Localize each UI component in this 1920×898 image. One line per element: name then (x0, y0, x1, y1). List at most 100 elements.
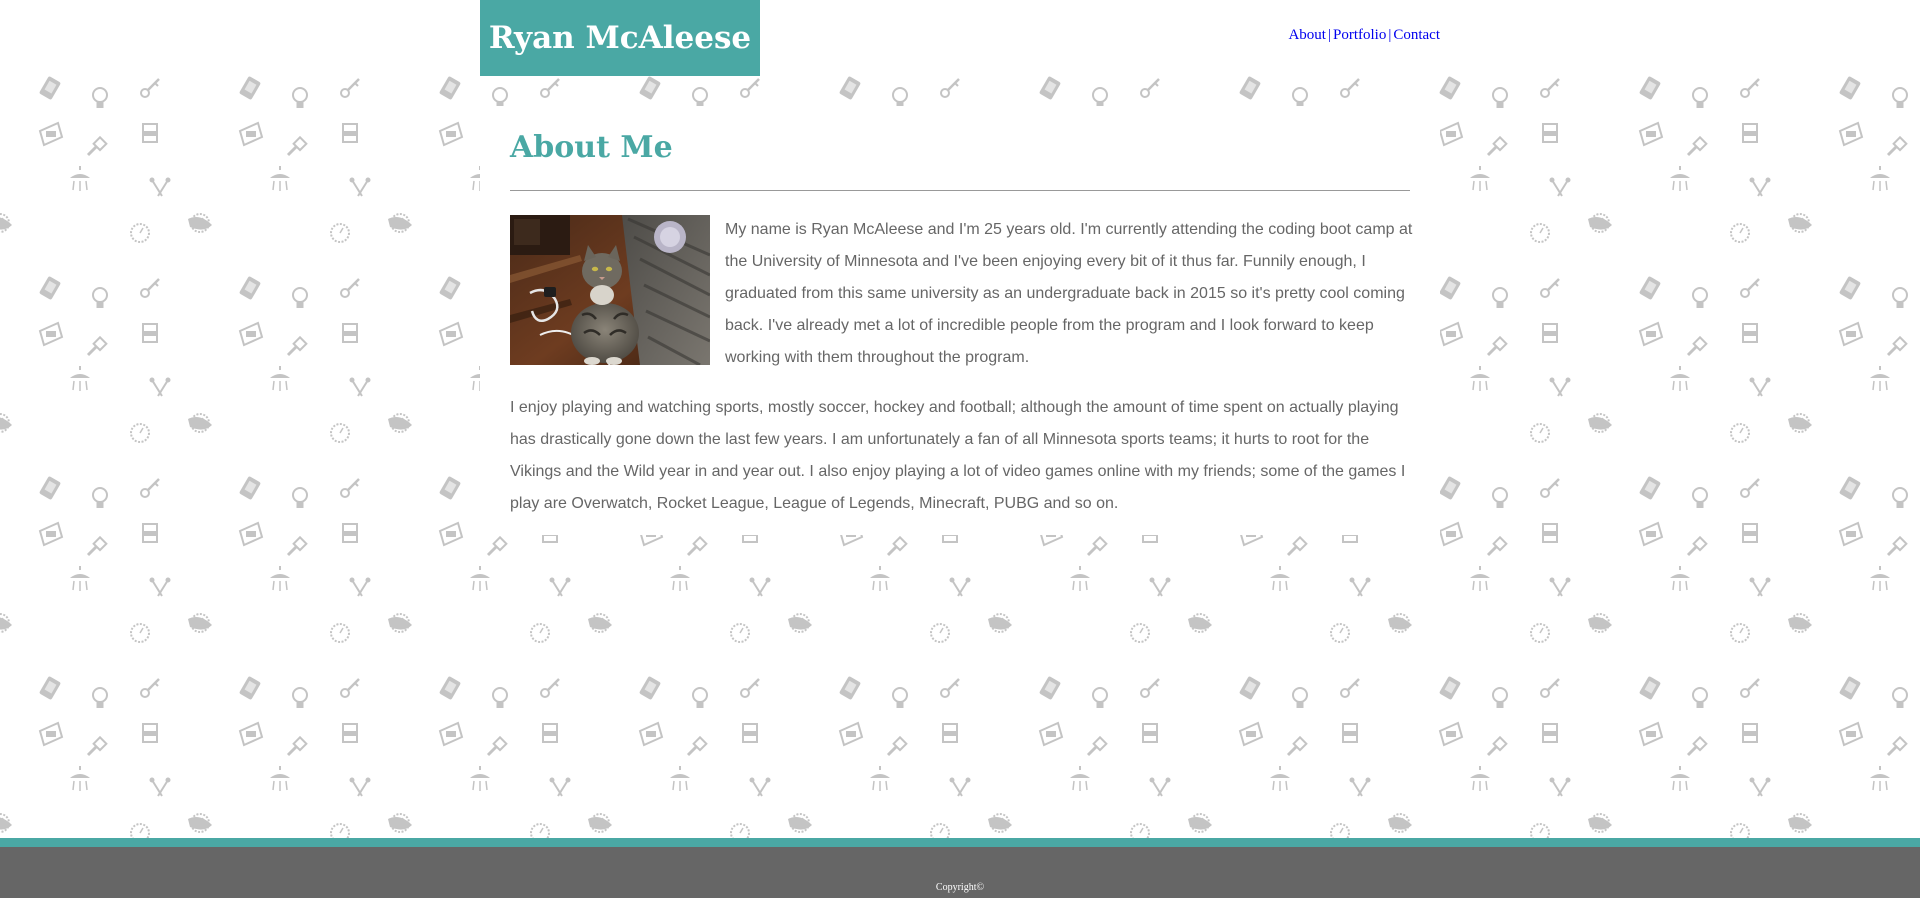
clock-icon (1530, 823, 1550, 838)
key-icon (1740, 78, 1760, 98)
garden-tools-icon (149, 777, 171, 797)
mouse-icon (1588, 817, 1612, 830)
shower-icon (70, 766, 90, 791)
key-icon (940, 78, 960, 98)
garden-tools-icon (1149, 777, 1171, 797)
shower-icon (1870, 166, 1890, 191)
mouse-icon (988, 817, 1012, 830)
phone-icon (1439, 76, 1461, 100)
clock-icon (1730, 823, 1750, 838)
paintbrush-icon (1686, 735, 1708, 757)
garden-tools-icon (749, 777, 771, 797)
lightbulb-icon (92, 487, 108, 508)
printer-icon (1838, 121, 1864, 147)
phone-icon (839, 76, 861, 100)
site-brand[interactable]: Ryan McAleese (480, 0, 760, 76)
paintbrush-icon (1086, 735, 1108, 757)
lightbulb-icon (92, 287, 108, 308)
printer-icon (838, 721, 864, 747)
garden-tools-icon (1149, 577, 1171, 597)
clock-icon (130, 423, 150, 443)
clock-icon (730, 823, 750, 838)
lightbulb-icon (1692, 687, 1708, 708)
shower-icon (270, 166, 290, 191)
key-icon (1140, 78, 1160, 98)
phone-icon (39, 276, 61, 300)
shower-icon (870, 566, 890, 591)
shower-icon (1270, 766, 1290, 791)
cabinet-icon (142, 323, 158, 343)
site-footer: Copyright© (0, 838, 1920, 898)
paintbrush-icon (86, 335, 108, 357)
mouse-icon (1188, 617, 1212, 630)
paintbrush-icon (86, 535, 108, 557)
cabinet-icon (1542, 323, 1558, 343)
printer-icon (1838, 721, 1864, 747)
paintbrush-icon (1686, 135, 1708, 157)
printer-icon (38, 121, 64, 147)
printer-icon (438, 121, 464, 147)
nav-link-portfolio[interactable]: Portfolio (1333, 27, 1386, 43)
paintbrush-icon (686, 735, 708, 757)
cabinet-icon (542, 723, 558, 743)
key-icon (740, 678, 760, 698)
cabinet-icon (1742, 323, 1758, 343)
phone-icon (1039, 76, 1061, 100)
paintbrush-icon (86, 135, 108, 157)
shower-icon (1670, 166, 1690, 191)
mouse-icon (1588, 217, 1612, 230)
nav-link-about[interactable]: About (1288, 27, 1326, 43)
clock-icon (1730, 223, 1750, 243)
key-icon (1740, 278, 1760, 298)
about-section: About Me My name is Ryan McAleese and I'… (480, 106, 1440, 535)
garden-tools-icon (1549, 577, 1571, 597)
phone-icon (1439, 676, 1461, 700)
phone-icon (1839, 476, 1861, 500)
page-title: About Me (510, 130, 673, 165)
mouse-icon (188, 417, 212, 430)
paintbrush-icon (1486, 735, 1508, 757)
key-icon (1740, 478, 1760, 498)
cabinet-icon (1742, 123, 1758, 143)
paintbrush-icon (286, 335, 308, 357)
garden-tools-icon (349, 577, 371, 597)
printer-icon (238, 321, 264, 347)
shower-icon (1870, 766, 1890, 791)
phone-icon (1839, 76, 1861, 100)
cabinet-icon (1542, 723, 1558, 743)
paintbrush-icon (286, 535, 308, 557)
mouse-icon (1788, 817, 1812, 830)
garden-tools-icon (949, 577, 971, 597)
cabinet-icon (342, 123, 358, 143)
shower-icon (1470, 166, 1490, 191)
mouse-icon (1388, 817, 1412, 830)
printer-icon (1238, 721, 1264, 747)
hobbies-paragraph: I enjoy playing and watching sports, mos… (510, 399, 1406, 512)
lightbulb-icon (492, 687, 508, 708)
clock-icon (1730, 623, 1750, 643)
lightbulb-icon (292, 687, 308, 708)
phone-icon (1639, 276, 1661, 300)
cabinet-icon (1542, 523, 1558, 543)
lightbulb-icon (1092, 687, 1108, 708)
cat-photo (510, 215, 710, 365)
mouse-icon (1788, 217, 1812, 230)
mouse-icon (1588, 617, 1612, 630)
phone-icon (639, 676, 661, 700)
clock-icon (130, 823, 150, 838)
lightbulb-icon (1492, 287, 1508, 308)
key-icon (140, 278, 160, 298)
clock-icon (1330, 823, 1350, 838)
lightbulb-icon (492, 87, 508, 108)
mouse-icon (1388, 617, 1412, 630)
site-header: Ryan McAleese About | Portfolio | Contact (0, 0, 1920, 76)
nav-link-contact[interactable]: Contact (1393, 27, 1440, 43)
key-icon (340, 678, 360, 698)
clock-icon (1530, 623, 1550, 643)
cabinet-icon (1742, 523, 1758, 543)
printer-icon (1638, 521, 1664, 547)
cabinet-icon (742, 723, 758, 743)
garden-tools-icon (349, 377, 371, 397)
mouse-icon (588, 617, 612, 630)
printer-icon (238, 121, 264, 147)
